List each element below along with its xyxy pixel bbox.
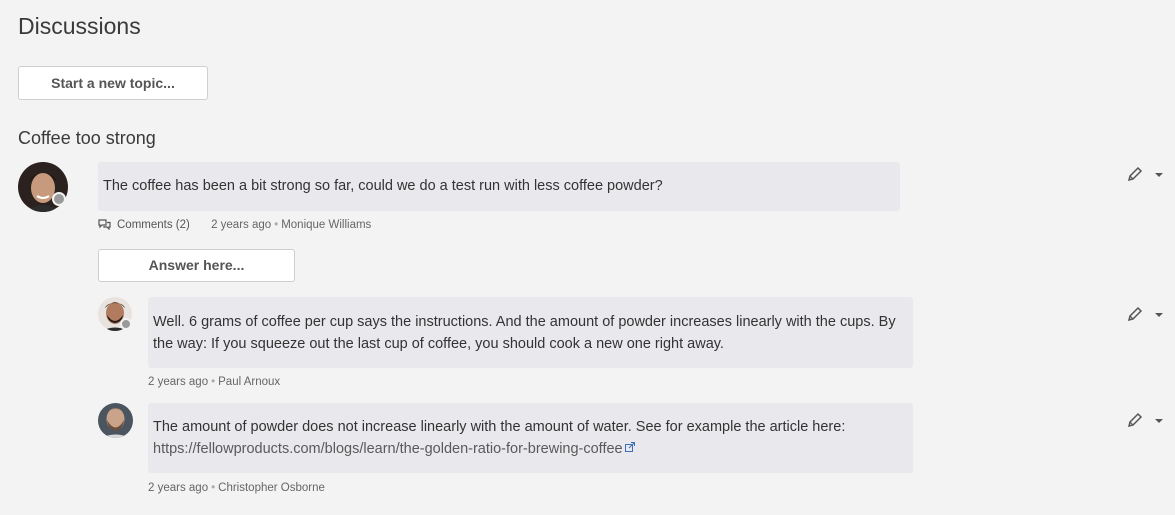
reply-author[interactable]: Paul Arnoux: [218, 376, 280, 388]
speech-bubbles-icon: [98, 219, 111, 230]
pencil-icon[interactable]: [1127, 166, 1143, 182]
reply-text-line: The amount of powder does not increase l…: [153, 419, 846, 435]
topic-title: Coffee too strong: [18, 128, 156, 148]
reply-body: Well. 6 grams of coffee per cup says the…: [148, 297, 913, 368]
post-meta: Comments (2) 2 years ago • Monique William…: [98, 219, 371, 231]
post-text: The coffee has been a bit strong so far,…: [103, 178, 663, 194]
reply-meta: 2 years ago • Paul Arnoux: [148, 376, 281, 388]
article-link[interactable]: https://fellowproducts.com/blogs/learn/t…: [153, 441, 623, 457]
reply-actions: [1127, 412, 1167, 430]
pencil-icon[interactable]: [1127, 412, 1143, 428]
start-new-topic-button[interactable]: Start a new topic...: [18, 66, 208, 100]
reply-text-line: the way: If you squeeze out the last cup…: [153, 336, 724, 352]
comments-link[interactable]: Comments (2): [98, 219, 193, 231]
post-body: The coffee has been a bit strong so far,…: [98, 162, 900, 211]
reply-text-line: Well. 6 grams of coffee per cup says the…: [153, 314, 896, 330]
reply-author[interactable]: Christopher Osborne: [218, 482, 325, 494]
reply-time: 2 years ago: [148, 482, 209, 494]
reply-time: 2 years ago: [148, 376, 209, 388]
presence-indicator: [52, 192, 66, 206]
reply-actions: [1127, 306, 1167, 324]
presence-indicator: [120, 318, 132, 330]
answer-button[interactable]: Answer here...: [98, 249, 295, 282]
avatar[interactable]: [98, 403, 133, 438]
reply-meta: 2 years ago • Christopher Osborne: [148, 482, 325, 494]
comments-count: Comments (2): [117, 219, 190, 231]
caret-down-icon[interactable]: [1155, 419, 1163, 423]
pencil-icon[interactable]: [1127, 306, 1143, 322]
post-actions: [1127, 166, 1167, 184]
external-link-icon[interactable]: [624, 442, 635, 452]
reply-body: The amount of powder does not increase l…: [148, 403, 913, 473]
caret-down-icon[interactable]: [1155, 313, 1163, 317]
post-author[interactable]: Monique Williams: [281, 219, 371, 231]
post-time: 2 years ago: [211, 219, 272, 231]
page-title: Discussions: [18, 13, 141, 39]
caret-down-icon[interactable]: [1155, 173, 1163, 177]
